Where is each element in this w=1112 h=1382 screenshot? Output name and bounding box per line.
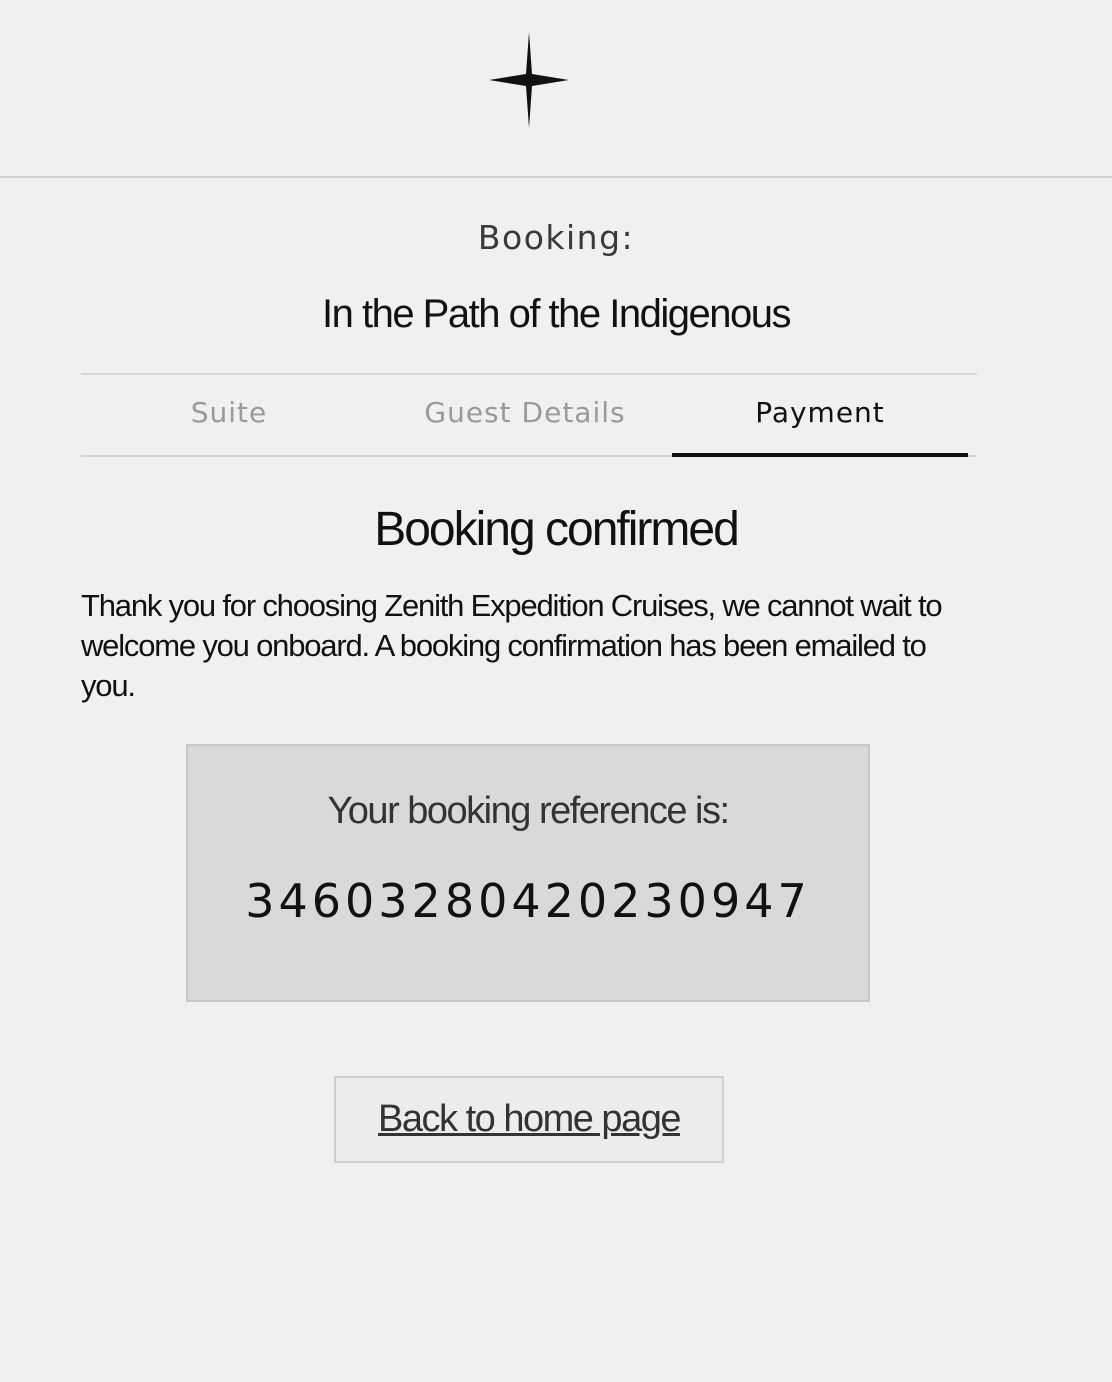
confirmation-heading: Booking confirmed: [374, 503, 740, 556]
tab-guest-details[interactable]: Guest Details: [377, 375, 673, 455]
booking-reference-box: Your booking reference is: 3460328042023…: [186, 744, 870, 1002]
booking-reference-label: Your booking reference is:: [327, 790, 730, 832]
tab-suite[interactable]: Suite: [81, 375, 377, 455]
back-to-home-button[interactable]: Back to home page: [334, 1076, 724, 1163]
booking-reference-number: 34603280420230947: [245, 874, 811, 928]
tab-payment[interactable]: Payment: [672, 375, 968, 457]
booking-label: Booking:: [477, 218, 635, 257]
star-logo-icon[interactable]: [489, 32, 569, 128]
site-header: [0, 0, 1112, 178]
confirmation-message: Thank you for choosing Zenith Expedition…: [81, 588, 943, 703]
booking-steps-tabs: Suite Guest Details Payment: [81, 373, 977, 457]
trip-title: In the Path of the Indigenous: [321, 292, 792, 336]
